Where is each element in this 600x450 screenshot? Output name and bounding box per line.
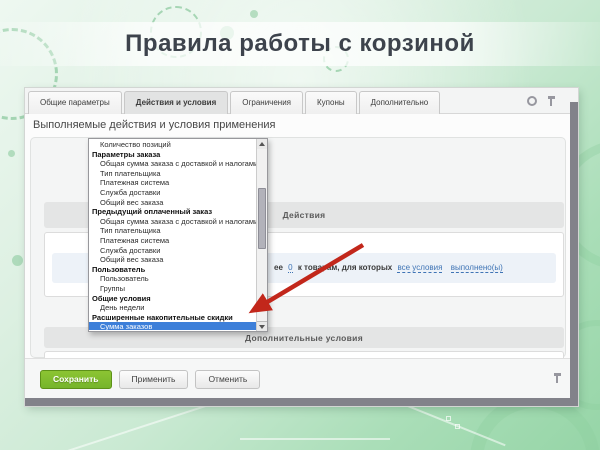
dropdown-item-label: Предыдущий оплаченный заказ <box>92 207 212 216</box>
dropdown-item[interactable]: Предыдущий оплаченный заказ <box>89 207 256 217</box>
buttons: Сохранить Применить Отменить <box>40 370 260 389</box>
dropdown-scrollbar[interactable] <box>256 139 267 331</box>
dropdown-item-label: Платежная система <box>100 236 169 245</box>
horizontal-scrollbar[interactable] <box>25 398 578 406</box>
dropdown-item-label: Общие условия <box>92 294 151 303</box>
tab-bar: Общие параметры Действия и условия Огран… <box>25 88 578 114</box>
condition-prefix: ее <box>274 263 283 272</box>
dropdown-item-label: Служба доставки <box>100 246 160 255</box>
decorative-square <box>446 416 451 421</box>
dropdown-item[interactable]: Количество позиций <box>89 140 256 150</box>
dropdown-item-label: Тип плательщика <box>100 226 161 235</box>
decorative-dot <box>8 150 15 157</box>
dropdown-item-label: Общая сумма заказа с доставкой и налогам… <box>100 217 256 226</box>
scrollbar-thumb[interactable] <box>258 188 266 249</box>
all-conditions-link[interactable]: все условия <box>397 263 442 273</box>
dropdown-item[interactable]: Сумма заказов <box>89 322 256 330</box>
title-band: Правила работы с корзиной <box>0 22 600 66</box>
dropdown-item[interactable]: Служба доставки <box>89 246 256 256</box>
decorative-dot <box>12 255 23 266</box>
vertical-scrollbar[interactable] <box>570 102 578 406</box>
dropdown-item-label: Служба доставки <box>100 188 160 197</box>
pin-icon[interactable] <box>553 372 562 384</box>
decorative-line <box>54 402 216 450</box>
dropdown-item-label: Расширенные накопительные скидки <box>92 313 233 322</box>
page-title: Выполняемые действия и условия применени… <box>33 119 276 131</box>
button-label: Сохранить <box>53 374 99 384</box>
dropdown-item[interactable]: Группы <box>89 284 256 294</box>
dropdown-item-label: Параметры заказа <box>92 150 160 159</box>
tab-strip: Общие параметры Действия и условия Огран… <box>28 91 440 114</box>
button-bar: Сохранить Применить Отменить <box>25 358 578 398</box>
dropdown-item-label: Сумма заказов <box>100 322 152 330</box>
dropdown-item-label: Группы <box>100 284 125 293</box>
tab-icons <box>527 95 556 107</box>
condition-middle: к товарам, для которых <box>298 263 392 272</box>
action-button[interactable]: Применить <box>119 370 189 389</box>
tab[interactable]: Ограничения <box>230 91 303 114</box>
action-button[interactable]: Отменить <box>195 370 260 389</box>
triangle-up-icon <box>259 142 265 146</box>
tab-label: Общие параметры <box>40 98 110 107</box>
tab-label: Ограничения <box>242 98 291 107</box>
dropdown-item-label: Общая сумма заказа с доставкой и налогам… <box>100 159 256 168</box>
dropdown-item-label: Общий вес заказа <box>100 255 163 264</box>
dropdown-item-label: Количество позиций <box>100 140 171 149</box>
tab[interactable]: Купоны <box>305 91 357 114</box>
dropdown-item-label: День недели <box>100 303 144 312</box>
dropdown-item[interactable]: Платежная система <box>89 236 256 246</box>
decorative-dot <box>250 10 258 18</box>
dropdown-item-label: Пользователь <box>92 265 145 274</box>
slide-root: { "slide": { "title": "Правила работы с … <box>0 0 600 450</box>
count-link[interactable]: 0 <box>288 263 292 273</box>
button-label: Отменить <box>208 374 247 384</box>
dropdown-item[interactable]: Общий вес заказа <box>89 255 256 265</box>
triangle-down-icon <box>259 325 265 329</box>
dropdown-item[interactable]: Служба доставки <box>89 188 256 198</box>
extra-section-title: Дополнительные условия <box>245 333 363 343</box>
tab[interactable]: Общие параметры <box>28 91 122 114</box>
tab-label: Действия и условия <box>136 98 216 107</box>
pin-icon[interactable] <box>547 95 556 107</box>
gear-icon[interactable] <box>527 96 537 106</box>
condition-dropdown: Количество позиций Параметры заказа Обща… <box>88 138 268 332</box>
dropdown-item-list: Количество позиций Параметры заказа Обща… <box>89 140 256 330</box>
scroll-down-button[interactable] <box>257 321 267 331</box>
dropdown-item-label: Платежная система <box>100 178 169 187</box>
dropdown-item[interactable]: Пользователь <box>89 274 256 284</box>
actions-section-title: Действия <box>283 210 326 220</box>
dropdown-item-label: Общий вес заказа <box>100 198 163 207</box>
scroll-up-button[interactable] <box>257 139 267 149</box>
fulfilled-link[interactable]: выполнено(ы) <box>451 263 503 273</box>
dropdown-item[interactable]: Общая сумма заказа с доставкой и налогам… <box>89 217 256 227</box>
dropdown-item[interactable]: Общие условия <box>89 294 256 304</box>
tab[interactable]: Действия и условия <box>124 91 228 114</box>
dropdown-item[interactable]: Пользователь <box>89 265 256 275</box>
dropdown-item[interactable]: Платежная система <box>89 178 256 188</box>
dropdown-item[interactable]: Общая сумма заказа с доставкой и налогам… <box>89 159 256 169</box>
tab-label: Купоны <box>317 98 345 107</box>
admin-window: Общие параметры Действия и условия Огран… <box>25 88 578 406</box>
action-button[interactable]: Сохранить <box>40 370 112 389</box>
slide-title: Правила работы с корзиной <box>125 30 475 58</box>
dropdown-item[interactable]: Параметры заказа <box>89 150 256 160</box>
dropdown-item-label: Тип плательщика <box>100 169 161 178</box>
decorative-square <box>455 424 460 429</box>
dropdown-item[interactable]: Общий вес заказа <box>89 198 256 208</box>
tab-label: Дополнительно <box>371 98 429 107</box>
tab[interactable]: Дополнительно <box>359 91 441 114</box>
button-label: Применить <box>132 374 176 384</box>
dropdown-item[interactable]: День недели <box>89 303 256 313</box>
dropdown-item-label: Пользователь <box>100 274 149 283</box>
dropdown-item[interactable]: Тип плательщика <box>89 226 256 236</box>
dropdown-item[interactable]: Расширенные накопительные скидки <box>89 313 256 323</box>
dropdown-item[interactable]: Тип плательщика <box>89 169 256 179</box>
decorative-line <box>240 438 390 440</box>
